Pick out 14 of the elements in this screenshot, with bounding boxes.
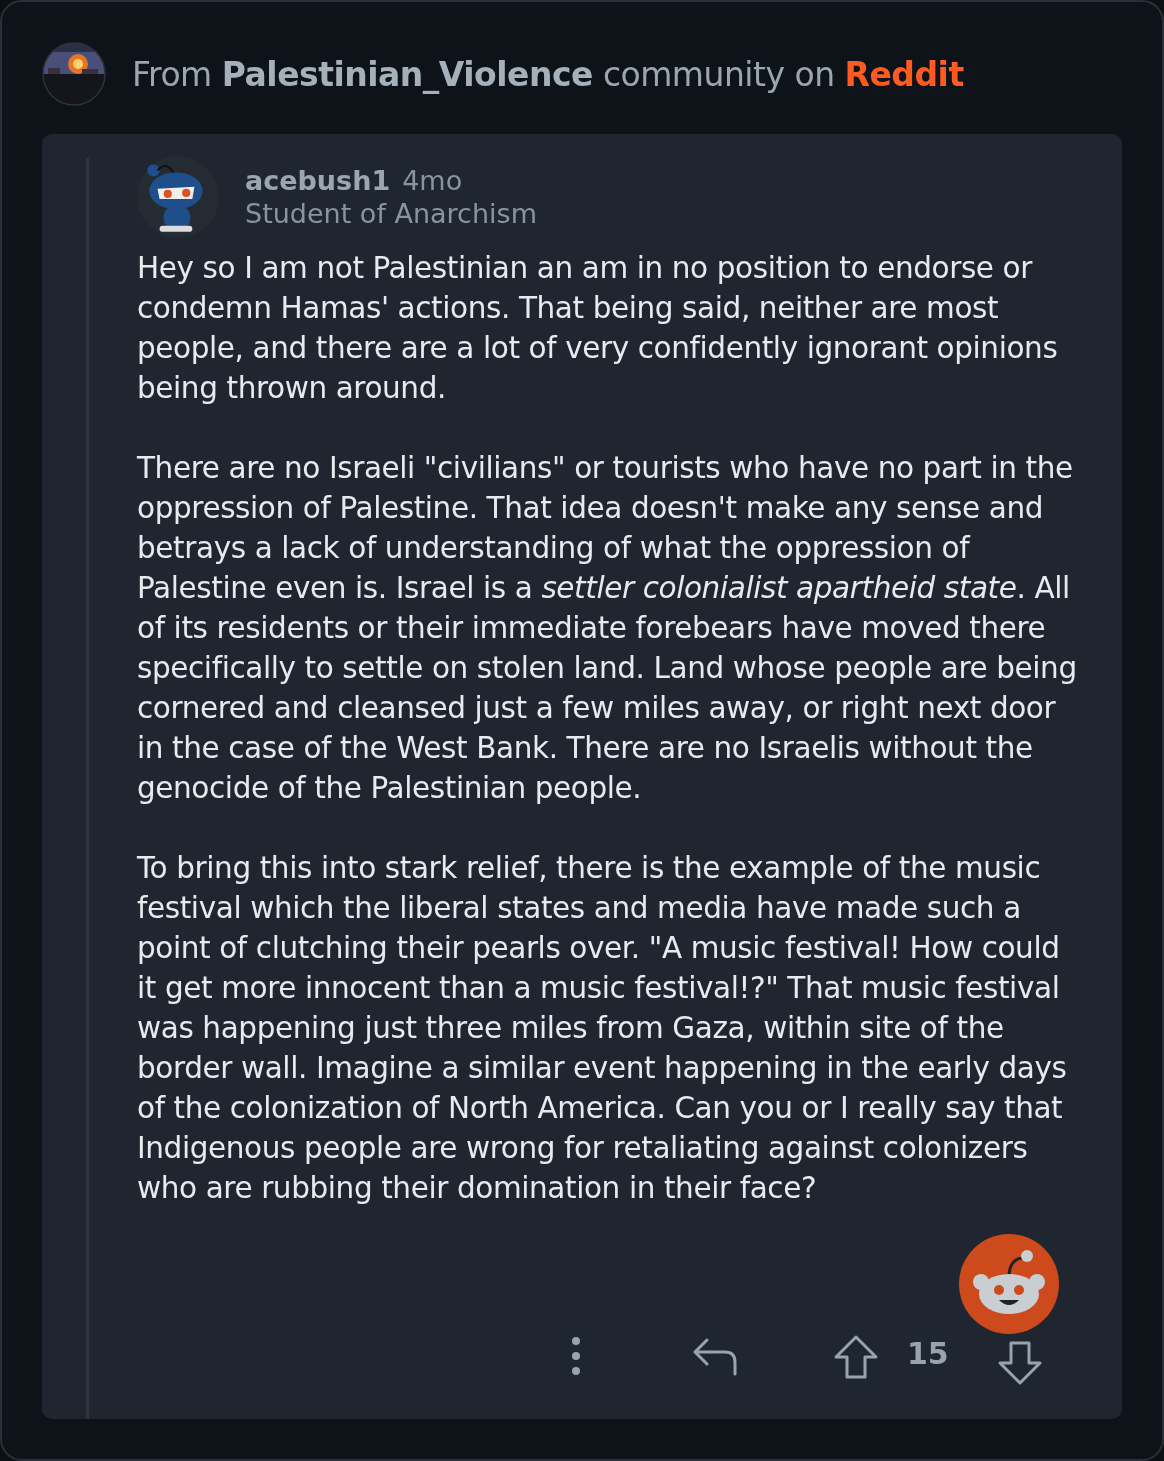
reply-icon[interactable] xyxy=(691,1336,739,1376)
vote-score: 15 xyxy=(907,1336,949,1371)
downvote-icon[interactable] xyxy=(997,1340,1043,1386)
upvote-icon[interactable] xyxy=(833,1334,879,1380)
snoo-avatar-icon xyxy=(137,156,219,238)
user-flair: Student of Anarchism xyxy=(245,198,537,229)
more-options-icon[interactable] xyxy=(571,1336,581,1376)
comment-age: 4mo xyxy=(402,165,463,196)
username[interactable]: acebush1 xyxy=(245,165,391,196)
comment-paragraph: To bring this into stark relief, there is the example of the music festival which the liberal states and media have made such a point of clutching their pearls over. "A music festival! How could it get more innocent than a music festival!?" That music festival was happening just three miles from Gaza, within site of the border wall. Imagine a similar event happening in the early days of the colonization of North America. Can you or I really say that Indigenous people are wrong for retaliating against colonizers who are rubbing their domination in their face? xyxy=(137,850,1068,1207)
comment-paragraph: Hey so I am not Palestinian an am in no position to endorse or condemn Hamas' actions. That being said, neither are most people, and there are a lot of very confidently ignorant opinions being thrown around. xyxy=(137,250,1059,407)
comment-paragraph: There are no Israeli "civilians" or tourists who have no part in the oppression of Palestine. That idea doesn't make any sense and betrays a lack of understanding of what the oppression of Palestine even is. Israel is a settler colonialist apartheid state. All of its residents or their immediate forebears have moved there specifically to settle on stolen land. Land whose people are being cornered and cleansed just a few miles away, or right next door in the case of the West Bank. There are no Israelis without the genocide of the Palestinian people. xyxy=(137,450,1078,807)
community-title: From Palestinian_Violence community on Reddit xyxy=(132,54,964,94)
snoo-logo-icon xyxy=(959,1234,1059,1334)
